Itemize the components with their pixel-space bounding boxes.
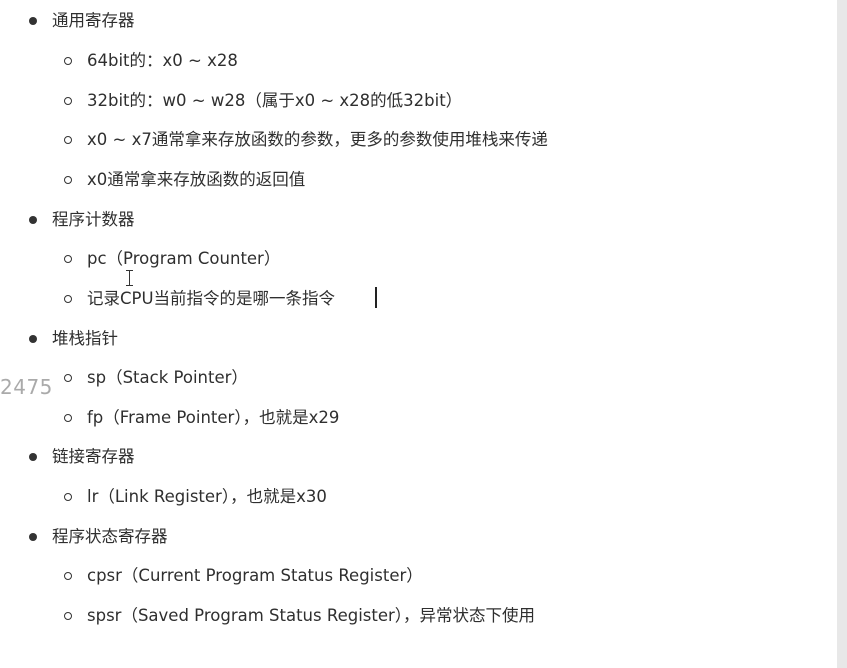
sub-item-text: cpsr（Current Program Status Register） <box>87 566 423 585</box>
filled-bullet-icon <box>29 17 37 25</box>
hollow-bullet-icon <box>64 414 72 422</box>
sub-item-text: 32bit的：w0 ~ w28（属于x0 ~ x28的低32bit） <box>87 91 463 110</box>
hollow-bullet-icon <box>64 176 72 184</box>
hollow-bullet-icon <box>64 493 72 501</box>
sub-item-text: x0通常拿来存放函数的返回值 <box>87 170 306 189</box>
hollow-bullet-icon <box>64 97 72 105</box>
filled-bullet-icon <box>29 335 37 343</box>
hollow-bullet-icon <box>64 612 72 620</box>
sub-item-text: pc（Program Counter） <box>87 249 281 268</box>
sub-item-text: fp（Frame Pointer），也就是x29 <box>87 408 340 427</box>
section-heading: 链接寄存器 <box>52 447 135 466</box>
ibeam-cursor-icon <box>126 270 133 286</box>
section-heading: 堆栈指针 <box>52 329 118 348</box>
hollow-bullet-icon <box>64 295 72 303</box>
sub-item-text[interactable]: 记录CPU当前指令的是哪一条指令 <box>87 287 335 311</box>
filled-bullet-icon <box>29 533 37 541</box>
section-heading: 通用寄存器 <box>52 11 135 30</box>
sub-item-text: sp（Stack Pointer） <box>87 368 248 387</box>
hollow-bullet-icon <box>64 57 72 65</box>
sub-item-text: 64bit的：x0 ~ x28 <box>87 51 238 70</box>
filled-bullet-icon <box>29 216 37 224</box>
section-heading: 程序状态寄存器 <box>52 527 168 546</box>
window-edge <box>837 0 847 668</box>
section-heading: 程序计数器 <box>52 210 135 229</box>
sub-item-text: x0 ~ x7通常拿来存放函数的参数，更多的参数使用堆栈来传递 <box>87 130 548 149</box>
hollow-bullet-icon <box>64 572 72 580</box>
document-page: { "side_number": "2475", "outline": [ { … <box>0 0 847 668</box>
hollow-bullet-icon <box>64 136 72 144</box>
side-line-number: 2475 <box>0 375 53 399</box>
sub-item-text: spsr（Saved Program Status Register），异常状态… <box>87 606 536 625</box>
text-caret <box>375 287 377 308</box>
filled-bullet-icon <box>29 453 37 461</box>
sub-item-text: lr（Link Register），也就是x30 <box>87 487 327 506</box>
hollow-bullet-icon <box>64 255 72 263</box>
hollow-bullet-icon <box>64 374 72 382</box>
